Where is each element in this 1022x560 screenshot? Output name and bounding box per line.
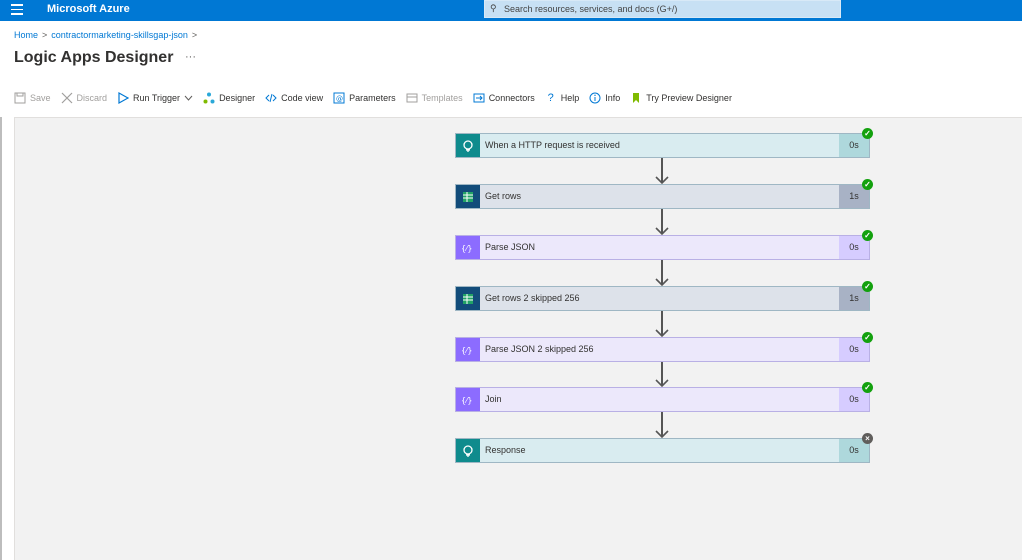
success-check-icon: ✓ — [862, 128, 873, 139]
svg-text:@: @ — [336, 95, 343, 103]
spreadsheet-icon — [456, 185, 480, 208]
parse-json-icon: {⁄} — [456, 236, 480, 259]
step-label: When a HTTP request is received — [485, 140, 620, 150]
connector-arrowhead — [655, 379, 669, 387]
templates-button[interactable]: Templates — [406, 92, 463, 104]
parameters-button[interactable]: @ Parameters — [333, 92, 396, 104]
hierarchy-icon — [203, 92, 215, 104]
success-check-icon: ✓ — [862, 281, 873, 292]
connector-arrowhead — [655, 430, 669, 438]
parameters-icon: @ — [333, 92, 345, 104]
bookmark-icon — [630, 92, 642, 104]
http-request-icon — [456, 134, 480, 157]
connectors-label: Connectors — [488, 93, 535, 103]
designer-label: Designer — [219, 93, 256, 103]
success-check-icon: ✓ — [862, 332, 873, 343]
save-label: Save — [30, 93, 51, 103]
step-card-get-rows-2[interactable]: Get rows 2 skipped 256 1s — [455, 286, 870, 311]
search-box[interactable]: ⚲ Search resources, services, and docs (… — [484, 0, 841, 18]
code-view-label: Code view — [281, 93, 324, 103]
more-options-button[interactable]: ··· — [185, 51, 196, 63]
connectors-button[interactable]: Connectors — [473, 92, 535, 104]
info-button[interactable]: Info — [589, 92, 620, 104]
code-view-button[interactable]: Code view — [265, 92, 323, 104]
connector-arrowhead — [655, 176, 669, 184]
save-icon — [14, 92, 26, 104]
step-card-http-trigger[interactable]: When a HTTP request is received 0s — [455, 133, 870, 158]
join-icon: {⁄} — [456, 388, 480, 411]
step-card-parse-json[interactable]: {⁄} Parse JSON 0s — [455, 235, 870, 260]
step-label: Parse JSON 2 skipped 256 — [485, 344, 594, 354]
info-label: Info — [605, 93, 621, 103]
designer-toolbar: Save Discard Run Trigger Designer Code v… — [14, 90, 742, 106]
code-icon — [265, 92, 277, 104]
try-preview-designer-button[interactable]: Try Preview Designer — [630, 92, 732, 104]
connector-arrowhead — [655, 278, 669, 286]
play-icon — [117, 91, 130, 105]
designer-button[interactable]: Designer — [203, 92, 255, 104]
connector-arrowhead — [655, 329, 669, 337]
info-icon — [589, 92, 601, 104]
step-card-join[interactable]: {⁄} Join 0s — [455, 387, 870, 412]
run-trigger-button[interactable]: Run Trigger — [117, 91, 193, 105]
step-label: Get rows 2 skipped 256 — [485, 293, 580, 303]
page-title: Logic Apps Designer — [14, 49, 174, 66]
failed-x-icon: × — [862, 433, 873, 444]
svg-text:{⁄}: {⁄} — [461, 396, 473, 405]
templates-icon — [406, 92, 418, 104]
run-trigger-label: Run Trigger — [133, 93, 181, 103]
success-check-icon: ✓ — [862, 179, 873, 190]
help-button[interactable]: ? Help — [545, 92, 580, 104]
svg-text:{⁄}: {⁄} — [461, 346, 473, 355]
breadcrumb: Home > contractormarketing-skillsgap-json > — [14, 30, 201, 40]
close-icon — [61, 92, 73, 104]
chevron-right-icon: > — [191, 30, 198, 40]
step-card-parse-json-2[interactable]: {⁄} Parse JSON 2 skipped 256 0s — [455, 337, 870, 362]
step-card-response[interactable]: Response 0s — [455, 438, 870, 463]
chevron-right-icon: > — [42, 30, 48, 40]
search-icon: ⚲ — [490, 3, 497, 13]
step-label: Get rows — [485, 191, 522, 201]
connectors-icon — [473, 92, 485, 104]
success-check-icon: ✓ — [862, 230, 873, 241]
svg-text:{⁄}: {⁄} — [461, 244, 473, 253]
menu-icon[interactable] — [11, 4, 23, 16]
step-label: Join — [485, 394, 502, 404]
parameters-label: Parameters — [349, 93, 396, 103]
breadcrumb-home[interactable]: Home — [14, 30, 38, 40]
response-icon — [456, 439, 480, 462]
discard-label: Discard — [76, 93, 108, 103]
step-card-get-rows[interactable]: Get rows 1s — [455, 184, 870, 209]
spreadsheet-icon — [456, 287, 480, 310]
step-label: Response — [485, 445, 526, 455]
window-edge — [0, 117, 2, 560]
discard-button[interactable]: Discard — [61, 92, 108, 104]
save-button[interactable]: Save — [14, 92, 51, 104]
help-label: Help — [560, 93, 580, 103]
help-icon: ? — [547, 92, 554, 104]
search-placeholder: Search resources, services, and docs (G+… — [504, 4, 678, 14]
try-preview-label: Try Preview Designer — [646, 93, 732, 103]
templates-label: Templates — [421, 93, 463, 103]
top-nav-bar: Microsoft Azure ⚲ Search resources, serv… — [0, 0, 1022, 21]
step-label: Parse JSON — [485, 242, 536, 252]
breadcrumb-resource[interactable]: contractormarketing-skillsgap-json — [51, 30, 188, 40]
chevron-down-icon — [184, 93, 193, 103]
success-check-icon: ✓ — [862, 382, 873, 393]
connector-arrowhead — [655, 227, 669, 235]
brand-name[interactable]: Microsoft Azure — [47, 3, 130, 15]
parse-json-icon: {⁄} — [456, 338, 480, 361]
